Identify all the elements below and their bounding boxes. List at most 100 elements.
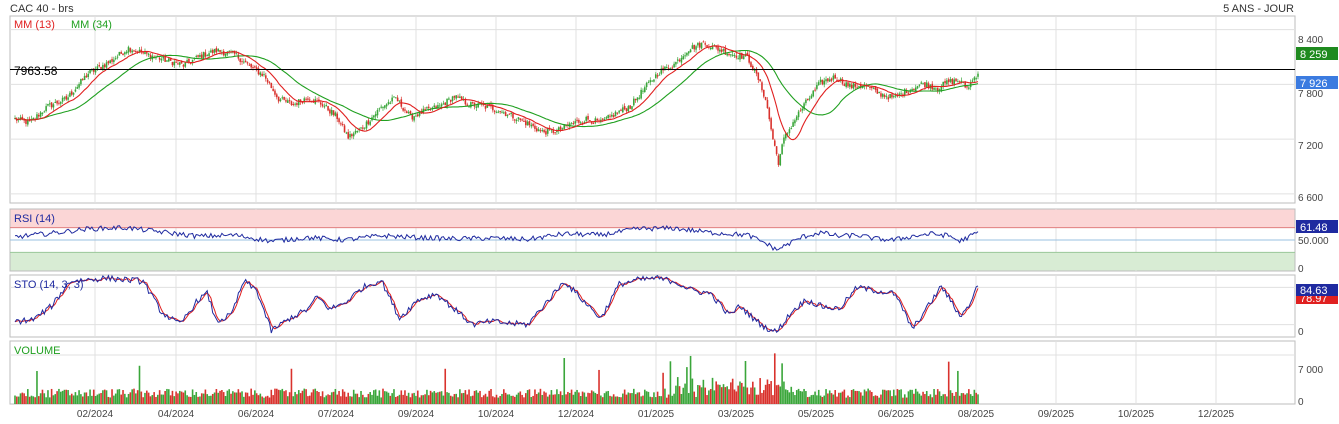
- volume-bar: [951, 392, 954, 404]
- volume-bar: [805, 391, 807, 404]
- volume-bar: [63, 389, 66, 404]
- candle-body: [451, 96, 454, 101]
- volume-bar: [828, 390, 831, 404]
- candle-body: [129, 48, 132, 52]
- candle-body: [702, 41, 705, 43]
- volume-bar: [405, 395, 408, 404]
- candle-body: [389, 102, 392, 104]
- chart-widget: CAC 40 - brs 5 ANS - JOUR MM (13) MM (34…: [0, 0, 1339, 424]
- candle-body: [363, 127, 366, 129]
- volume-bar: [345, 396, 348, 404]
- volume-bar: [125, 397, 128, 404]
- volume-bar: [887, 390, 890, 404]
- volume-bar: [395, 396, 397, 404]
- volume-bar: [856, 390, 858, 404]
- candle-body: [341, 124, 344, 126]
- candle-body: [883, 94, 886, 97]
- x-tick-label: 05/2025: [798, 409, 835, 420]
- volume-bar: [254, 390, 256, 404]
- legend-mm34[interactable]: MM (34): [71, 19, 112, 31]
- volume-bar: [98, 393, 101, 404]
- legend-volume[interactable]: VOLUME: [14, 345, 60, 357]
- legend-sto[interactable]: STO (14, 3, 3): [14, 279, 84, 291]
- candle-body: [118, 51, 121, 56]
- x-tick-label: 10/2024: [478, 409, 515, 420]
- volume-bar: [175, 391, 177, 404]
- volume-bar: [966, 393, 968, 404]
- reference-line-label: 7963.58: [14, 64, 58, 78]
- x-tick-label: 09/2025: [1038, 409, 1075, 420]
- volume-bar: [731, 378, 734, 404]
- volume-bar: [58, 388, 60, 404]
- candle-body: [52, 104, 55, 108]
- volume-bar: [429, 390, 432, 404]
- volume-bar: [799, 391, 802, 404]
- volume-bar: [140, 391, 143, 404]
- volume-bar: [107, 396, 110, 404]
- candle-body: [720, 49, 723, 52]
- volume-bar: [365, 397, 368, 404]
- volume-bar: [594, 392, 597, 404]
- candle-body: [89, 70, 91, 74]
- candle-body: [731, 54, 734, 56]
- volume-bar: [36, 371, 38, 404]
- volume-bar: [17, 396, 20, 404]
- volume-bar: [283, 391, 285, 404]
- legend-mm13[interactable]: MM (13): [14, 19, 55, 31]
- candle-body: [594, 118, 597, 123]
- candle-body: [105, 62, 108, 68]
- volume-bar: [534, 389, 536, 404]
- volume-bar: [719, 384, 721, 404]
- volume-bar: [698, 385, 701, 404]
- volume-bar: [122, 390, 124, 404]
- volume-bar: [552, 394, 555, 404]
- volume-bar: [263, 397, 265, 404]
- volume-bar: [768, 384, 771, 404]
- volume-bar: [261, 396, 263, 404]
- volume-bar: [136, 390, 139, 404]
- candle-body: [572, 122, 575, 124]
- candle-body: [276, 94, 278, 98]
- candle-body: [933, 87, 935, 90]
- volume-bar: [221, 390, 223, 404]
- volume-bar: [528, 389, 531, 404]
- candle-body: [501, 111, 503, 113]
- candle-body: [224, 53, 227, 57]
- candle-body: [552, 130, 555, 133]
- volume-bar: [316, 391, 318, 404]
- volume-bar: [239, 392, 241, 404]
- volume-bar: [290, 368, 293, 404]
- candle-body: [407, 112, 410, 114]
- candle-body: [415, 115, 417, 117]
- candle-body: [519, 118, 522, 120]
- volume-bar: [78, 390, 80, 404]
- candle-body: [596, 118, 598, 120]
- candle-body: [847, 82, 849, 87]
- candle-body: [396, 97, 399, 102]
- volume-bar: [578, 392, 580, 404]
- volume-bar: [557, 394, 560, 404]
- volume-bar: [195, 391, 198, 404]
- price-tick-6600: 6 600: [1298, 193, 1323, 204]
- volume-bar: [113, 395, 115, 404]
- volume-bar: [962, 393, 965, 404]
- candle-body: [942, 81, 945, 87]
- candle-body: [292, 103, 295, 105]
- legend-rsi[interactable]: RSI (14): [14, 213, 55, 225]
- volume-bar: [34, 397, 36, 404]
- volume-bar: [272, 395, 274, 404]
- candle-body: [387, 102, 390, 105]
- candle-body: [587, 116, 589, 120]
- x-tick-label: 07/2024: [318, 409, 355, 420]
- candle-body: [374, 114, 377, 117]
- candle-body: [455, 95, 458, 99]
- volume-bar: [297, 390, 300, 404]
- candle-body: [343, 125, 346, 133]
- period-label[interactable]: 5 ANS - JOUR: [1223, 3, 1294, 15]
- candle-body: [83, 76, 86, 80]
- candle-body: [250, 63, 252, 68]
- candle-body: [671, 67, 674, 69]
- candle-body: [817, 82, 820, 86]
- volume-bar: [944, 394, 946, 404]
- volume-bar: [281, 388, 284, 404]
